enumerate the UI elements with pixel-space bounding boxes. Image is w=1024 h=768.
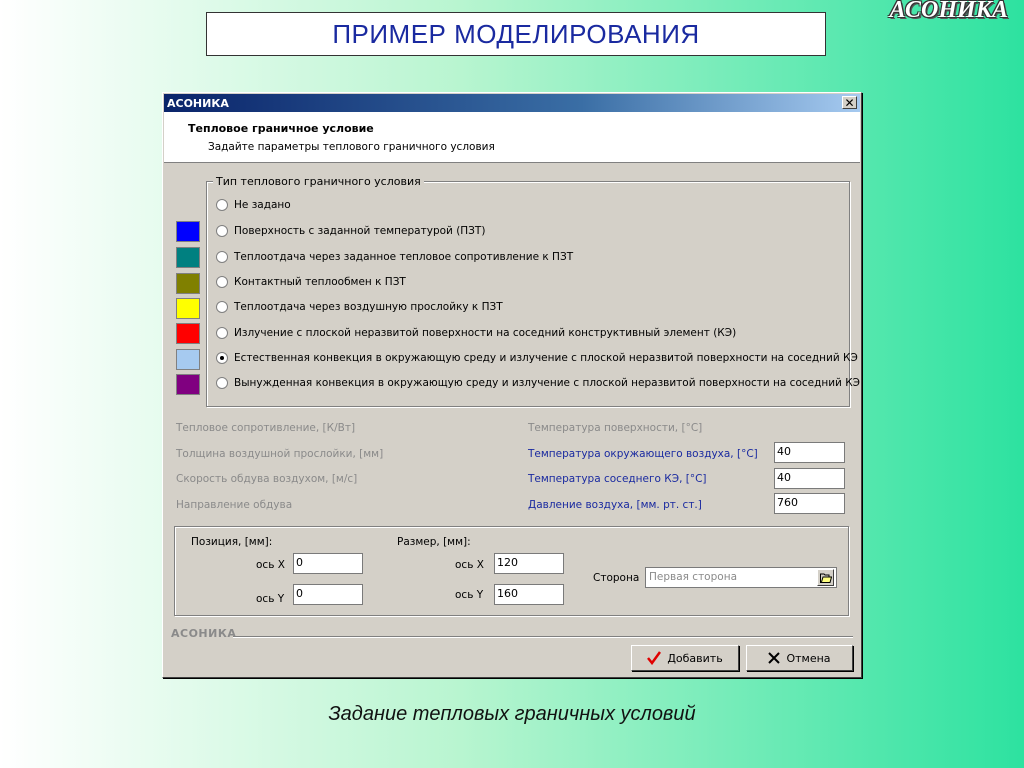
option-label: Теплоотдача через воздушную прослойку к … bbox=[234, 301, 503, 313]
option-label: Вынужденная конвекция в окружающую среду… bbox=[234, 377, 861, 389]
option-air-gap[interactable]: Теплоотдача через воздушную прослойку к … bbox=[216, 301, 503, 313]
radio-icon[interactable] bbox=[216, 276, 228, 288]
ambient-temperature-label: Температура окружающего воздуха, [°С] bbox=[528, 448, 758, 460]
header-title: Тепловое граничное условие bbox=[188, 122, 374, 135]
side-select[interactable]: Первая сторона bbox=[645, 567, 837, 588]
dialog-header: Тепловое граничное условие Задайте парам… bbox=[164, 112, 860, 163]
ambient-temperature-input[interactable]: 40 bbox=[774, 442, 845, 463]
option-not-set[interactable]: Не задано bbox=[216, 199, 291, 211]
size-y-input[interactable]: 160 bbox=[494, 584, 564, 605]
option-natural-convection[interactable]: Естественная конвекция в окружающую сред… bbox=[216, 352, 858, 364]
add-button[interactable]: Добавить bbox=[631, 645, 739, 671]
side-label: Сторона bbox=[593, 572, 640, 584]
dialog-titlebar[interactable]: АСОНИКА ✕ bbox=[164, 94, 860, 112]
position-x-label: ось X bbox=[256, 559, 285, 571]
color-swatch-radiation bbox=[176, 323, 200, 344]
option-label: Не задано bbox=[234, 199, 291, 211]
option-label: Теплоотдача через заданное тепловое сопр… bbox=[234, 251, 574, 263]
color-swatch-contact bbox=[176, 273, 200, 294]
option-label: Естественная конвекция в окружающую сред… bbox=[234, 352, 858, 364]
boundary-condition-dialog: АСОНИКА ✕ Тепловое граничное условие Зад… bbox=[162, 92, 862, 678]
size-x-label: ось X bbox=[455, 559, 484, 571]
size-y-label: ось Y bbox=[455, 589, 484, 601]
color-swatch-natural-convection bbox=[176, 349, 200, 370]
air-pressure-input[interactable]: 760 bbox=[774, 493, 845, 514]
option-contact[interactable]: Контактный теплообмен к ПЗТ bbox=[216, 276, 406, 288]
radio-checked-icon[interactable] bbox=[216, 352, 228, 364]
option-label: Контактный теплообмен к ПЗТ bbox=[234, 276, 406, 288]
position-y-label: ось Y bbox=[256, 593, 285, 605]
thermal-resistance-label: Тепловое сопротивление, [К/Вт] bbox=[176, 422, 356, 434]
airflow-speed-label: Скорость обдува воздухом, [м/с] bbox=[176, 473, 358, 485]
surface-temperature-label: Температура поверхности, [°С] bbox=[528, 422, 703, 434]
folder-open-icon[interactable] bbox=[817, 569, 834, 586]
neighbor-temperature-label: Температура соседнего КЭ, [°С] bbox=[528, 473, 707, 485]
radio-icon[interactable] bbox=[216, 225, 228, 237]
cross-icon bbox=[768, 652, 781, 664]
add-button-label: Добавить bbox=[667, 651, 723, 665]
color-swatch-resistance bbox=[176, 247, 200, 268]
size-label: Размер, [мм]: bbox=[397, 536, 471, 548]
option-forced-convection[interactable]: Вынужденная конвекция в окружающую среду… bbox=[216, 377, 860, 389]
option-radiation[interactable]: Излучение с плоской неразвитой поверхнос… bbox=[216, 327, 736, 339]
air-pressure-label: Давление воздуха, [мм. рт. ст.] bbox=[528, 499, 702, 511]
color-swatch-air-gap bbox=[176, 298, 200, 319]
position-x-input[interactable]: 0 bbox=[293, 553, 363, 574]
position-y-input[interactable]: 0 bbox=[293, 584, 363, 605]
position-label: Позиция, [мм]: bbox=[191, 536, 273, 548]
brand-logo: АСОНИКА bbox=[889, 0, 1008, 23]
size-x-input[interactable]: 120 bbox=[494, 553, 564, 574]
close-icon: ✕ bbox=[844, 96, 855, 110]
option-label: Поверхность с заданной температурой (ПЗТ… bbox=[234, 225, 486, 237]
radio-icon[interactable] bbox=[216, 377, 228, 389]
side-value: Первая сторона bbox=[649, 571, 737, 583]
slide-title: ПРИМЕР МОДЕЛИРОВАНИЯ bbox=[206, 12, 826, 56]
cancel-button[interactable]: Отмена bbox=[746, 645, 853, 671]
footer-divider bbox=[233, 636, 853, 638]
radio-icon[interactable] bbox=[216, 301, 228, 313]
header-subtitle: Задайте параметры теплового граничного у… bbox=[208, 141, 495, 153]
option-resistance[interactable]: Теплоотдача через заданное тепловое сопр… bbox=[216, 251, 573, 263]
option-label: Излучение с плоской неразвитой поверхнос… bbox=[234, 327, 737, 339]
option-pzt[interactable]: Поверхность с заданной температурой (ПЗТ… bbox=[216, 225, 485, 237]
neighbor-temperature-input[interactable]: 40 bbox=[774, 468, 845, 489]
condition-type-group-label: Тип теплового граничного условия bbox=[213, 175, 424, 188]
airflow-direction-label: Направление обдува bbox=[176, 499, 293, 511]
air-gap-thickness-label: Толщина воздушной прослойки, [мм] bbox=[176, 448, 384, 460]
cancel-button-label: Отмена bbox=[786, 651, 831, 665]
dialog-title: АСОНИКА bbox=[167, 96, 229, 110]
radio-icon[interactable] bbox=[216, 251, 228, 263]
radio-icon[interactable] bbox=[216, 327, 228, 339]
color-swatch-pzt bbox=[176, 221, 200, 242]
footer-brand: АСОНИКА bbox=[171, 627, 237, 640]
condition-type-group bbox=[206, 181, 850, 407]
radio-icon[interactable] bbox=[216, 199, 228, 211]
color-swatch-forced-convection bbox=[176, 374, 200, 395]
close-button[interactable]: ✕ bbox=[842, 96, 857, 109]
slide-caption: Задание тепловых граничных условий bbox=[328, 703, 696, 725]
checkmark-icon bbox=[647, 651, 662, 665]
